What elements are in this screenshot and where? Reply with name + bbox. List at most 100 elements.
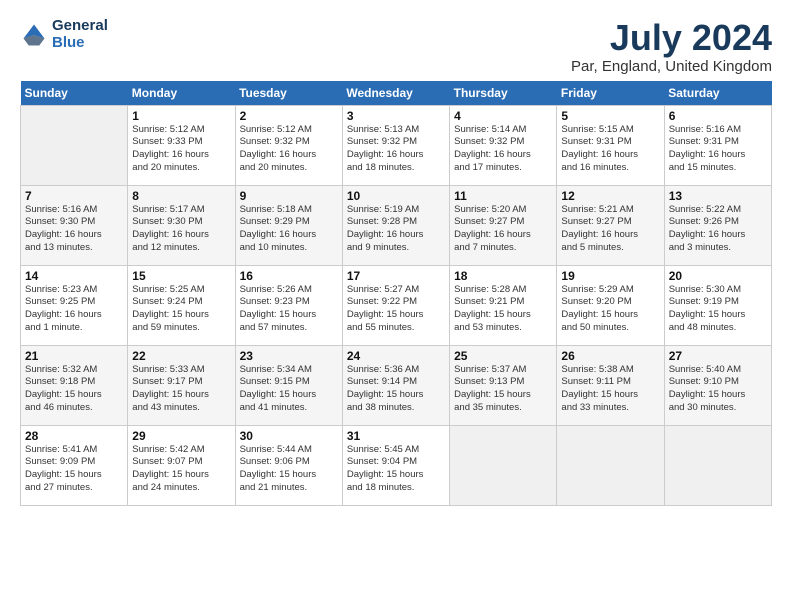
main-title: July 2024 (571, 18, 772, 58)
logo-text-general: General (52, 18, 108, 35)
calendar-cell (21, 105, 128, 185)
logo-text-blue: Blue (52, 35, 108, 52)
calendar-cell: 20Sunrise: 5:30 AM Sunset: 9:19 PM Dayli… (664, 265, 771, 345)
day-number: 16 (240, 269, 338, 283)
day-number: 9 (240, 189, 338, 203)
page: General Blue July 2024 Par, England, Uni… (0, 0, 792, 516)
day-info: Sunrise: 5:26 AM Sunset: 9:23 PM Dayligh… (240, 284, 338, 335)
day-info: Sunrise: 5:40 AM Sunset: 9:10 PM Dayligh… (669, 364, 767, 415)
day-info: Sunrise: 5:12 AM Sunset: 9:33 PM Dayligh… (132, 124, 230, 175)
day-number: 2 (240, 109, 338, 123)
calendar-cell: 15Sunrise: 5:25 AM Sunset: 9:24 PM Dayli… (128, 265, 235, 345)
day-number: 27 (669, 349, 767, 363)
day-number: 18 (454, 269, 552, 283)
day-info: Sunrise: 5:37 AM Sunset: 9:13 PM Dayligh… (454, 364, 552, 415)
calendar-table: SundayMondayTuesdayWednesdayThursdayFrid… (20, 81, 772, 506)
day-info: Sunrise: 5:20 AM Sunset: 9:27 PM Dayligh… (454, 204, 552, 255)
day-info: Sunrise: 5:21 AM Sunset: 9:27 PM Dayligh… (561, 204, 659, 255)
calendar-cell: 16Sunrise: 5:26 AM Sunset: 9:23 PM Dayli… (235, 265, 342, 345)
day-info: Sunrise: 5:13 AM Sunset: 9:32 PM Dayligh… (347, 124, 445, 175)
calendar-cell: 26Sunrise: 5:38 AM Sunset: 9:11 PM Dayli… (557, 345, 664, 425)
day-number: 7 (25, 189, 123, 203)
day-number: 13 (669, 189, 767, 203)
day-number: 17 (347, 269, 445, 283)
day-info: Sunrise: 5:34 AM Sunset: 9:15 PM Dayligh… (240, 364, 338, 415)
calendar-cell: 14Sunrise: 5:23 AM Sunset: 9:25 PM Dayli… (21, 265, 128, 345)
calendar-cell: 25Sunrise: 5:37 AM Sunset: 9:13 PM Dayli… (450, 345, 557, 425)
calendar-cell (450, 425, 557, 505)
calendar-cell: 17Sunrise: 5:27 AM Sunset: 9:22 PM Dayli… (342, 265, 449, 345)
calendar-cell: 28Sunrise: 5:41 AM Sunset: 9:09 PM Dayli… (21, 425, 128, 505)
day-number: 12 (561, 189, 659, 203)
day-number: 20 (669, 269, 767, 283)
weekday-header-row: SundayMondayTuesdayWednesdayThursdayFrid… (21, 81, 772, 106)
day-number: 19 (561, 269, 659, 283)
day-number: 24 (347, 349, 445, 363)
calendar-cell: 5Sunrise: 5:15 AM Sunset: 9:31 PM Daylig… (557, 105, 664, 185)
calendar-week-row: 1Sunrise: 5:12 AM Sunset: 9:33 PM Daylig… (21, 105, 772, 185)
calendar-cell: 2Sunrise: 5:12 AM Sunset: 9:32 PM Daylig… (235, 105, 342, 185)
day-info: Sunrise: 5:27 AM Sunset: 9:22 PM Dayligh… (347, 284, 445, 335)
day-number: 21 (25, 349, 123, 363)
calendar-cell: 9Sunrise: 5:18 AM Sunset: 9:29 PM Daylig… (235, 185, 342, 265)
logo: General Blue (20, 18, 108, 51)
weekday-header-wednesday: Wednesday (342, 81, 449, 106)
calendar-cell: 31Sunrise: 5:45 AM Sunset: 9:04 PM Dayli… (342, 425, 449, 505)
day-number: 11 (454, 189, 552, 203)
day-number: 15 (132, 269, 230, 283)
calendar-cell: 22Sunrise: 5:33 AM Sunset: 9:17 PM Dayli… (128, 345, 235, 425)
day-info: Sunrise: 5:25 AM Sunset: 9:24 PM Dayligh… (132, 284, 230, 335)
weekday-header-monday: Monday (128, 81, 235, 106)
day-info: Sunrise: 5:38 AM Sunset: 9:11 PM Dayligh… (561, 364, 659, 415)
calendar-cell: 30Sunrise: 5:44 AM Sunset: 9:06 PM Dayli… (235, 425, 342, 505)
calendar-cell: 21Sunrise: 5:32 AM Sunset: 9:18 PM Dayli… (21, 345, 128, 425)
day-info: Sunrise: 5:33 AM Sunset: 9:17 PM Dayligh… (132, 364, 230, 415)
day-number: 22 (132, 349, 230, 363)
day-number: 1 (132, 109, 230, 123)
calendar-cell: 13Sunrise: 5:22 AM Sunset: 9:26 PM Dayli… (664, 185, 771, 265)
day-info: Sunrise: 5:14 AM Sunset: 9:32 PM Dayligh… (454, 124, 552, 175)
calendar-cell (557, 425, 664, 505)
day-info: Sunrise: 5:29 AM Sunset: 9:20 PM Dayligh… (561, 284, 659, 335)
day-number: 25 (454, 349, 552, 363)
logo-icon (20, 21, 48, 49)
day-number: 4 (454, 109, 552, 123)
calendar-cell: 10Sunrise: 5:19 AM Sunset: 9:28 PM Dayli… (342, 185, 449, 265)
day-info: Sunrise: 5:30 AM Sunset: 9:19 PM Dayligh… (669, 284, 767, 335)
day-number: 6 (669, 109, 767, 123)
calendar-cell: 12Sunrise: 5:21 AM Sunset: 9:27 PM Dayli… (557, 185, 664, 265)
day-info: Sunrise: 5:45 AM Sunset: 9:04 PM Dayligh… (347, 444, 445, 495)
day-number: 29 (132, 429, 230, 443)
subtitle: Par, England, United Kingdom (571, 58, 772, 75)
day-number: 10 (347, 189, 445, 203)
title-block: July 2024 Par, England, United Kingdom (571, 18, 772, 75)
calendar-cell: 11Sunrise: 5:20 AM Sunset: 9:27 PM Dayli… (450, 185, 557, 265)
weekday-header-tuesday: Tuesday (235, 81, 342, 106)
calendar-cell: 4Sunrise: 5:14 AM Sunset: 9:32 PM Daylig… (450, 105, 557, 185)
calendar-cell: 8Sunrise: 5:17 AM Sunset: 9:30 PM Daylig… (128, 185, 235, 265)
day-info: Sunrise: 5:36 AM Sunset: 9:14 PM Dayligh… (347, 364, 445, 415)
day-number: 14 (25, 269, 123, 283)
calendar-cell: 19Sunrise: 5:29 AM Sunset: 9:20 PM Dayli… (557, 265, 664, 345)
calendar-week-row: 21Sunrise: 5:32 AM Sunset: 9:18 PM Dayli… (21, 345, 772, 425)
weekday-header-friday: Friday (557, 81, 664, 106)
calendar-week-row: 7Sunrise: 5:16 AM Sunset: 9:30 PM Daylig… (21, 185, 772, 265)
calendar-cell: 27Sunrise: 5:40 AM Sunset: 9:10 PM Dayli… (664, 345, 771, 425)
day-number: 5 (561, 109, 659, 123)
calendar-cell: 18Sunrise: 5:28 AM Sunset: 9:21 PM Dayli… (450, 265, 557, 345)
day-number: 31 (347, 429, 445, 443)
day-number: 8 (132, 189, 230, 203)
day-number: 28 (25, 429, 123, 443)
day-info: Sunrise: 5:16 AM Sunset: 9:31 PM Dayligh… (669, 124, 767, 175)
day-info: Sunrise: 5:28 AM Sunset: 9:21 PM Dayligh… (454, 284, 552, 335)
day-info: Sunrise: 5:32 AM Sunset: 9:18 PM Dayligh… (25, 364, 123, 415)
day-number: 26 (561, 349, 659, 363)
day-info: Sunrise: 5:23 AM Sunset: 9:25 PM Dayligh… (25, 284, 123, 335)
calendar-cell: 6Sunrise: 5:16 AM Sunset: 9:31 PM Daylig… (664, 105, 771, 185)
day-info: Sunrise: 5:16 AM Sunset: 9:30 PM Dayligh… (25, 204, 123, 255)
calendar-week-row: 28Sunrise: 5:41 AM Sunset: 9:09 PM Dayli… (21, 425, 772, 505)
day-info: Sunrise: 5:42 AM Sunset: 9:07 PM Dayligh… (132, 444, 230, 495)
calendar-cell: 29Sunrise: 5:42 AM Sunset: 9:07 PM Dayli… (128, 425, 235, 505)
calendar-cell: 1Sunrise: 5:12 AM Sunset: 9:33 PM Daylig… (128, 105, 235, 185)
day-number: 23 (240, 349, 338, 363)
